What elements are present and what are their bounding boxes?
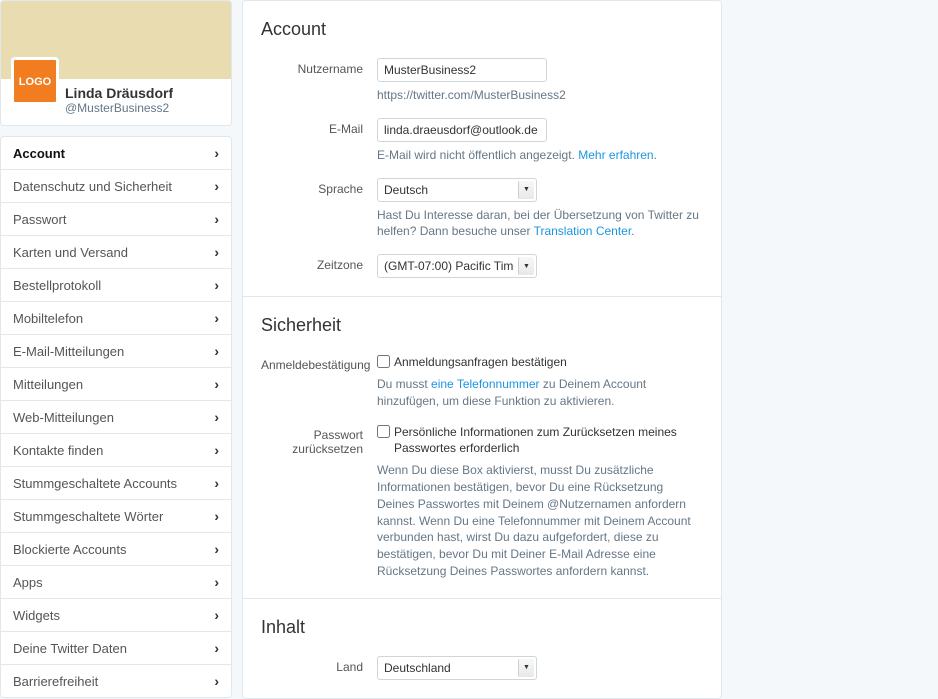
nav-item-blockierte-accounts[interactable]: Blockierte Accounts ›: [1, 532, 231, 565]
email-input[interactable]: [377, 118, 547, 142]
nav-item-label: Web-Mitteilungen: [13, 410, 114, 425]
profile-name[interactable]: Linda Dräusdorf: [65, 85, 173, 101]
nav-item-label: Stummgeschaltete Wörter: [13, 509, 163, 524]
login-verify-checkbox-label: Anmeldungsanfragen bestätigen: [394, 354, 567, 371]
translation-center-link[interactable]: Translation Center: [534, 224, 632, 238]
chevron-right-icon: ›: [214, 508, 219, 524]
security-section-title: Sicherheit: [261, 315, 703, 336]
timezone-label: Zeitzone: [261, 254, 377, 278]
sidebar: LOGO Linda Dräusdorf @MusterBusiness2 Ac…: [0, 0, 232, 699]
chevron-right-icon: ›: [214, 475, 219, 491]
login-verify-checkbox[interactable]: [377, 355, 390, 368]
chevron-right-icon: ›: [214, 409, 219, 425]
nav-item-label: Karten und Versand: [13, 245, 128, 260]
settings-main: Account Nutzername https://twitter.com/M…: [242, 0, 722, 699]
language-select[interactable]: Deutsch: [377, 178, 537, 202]
chevron-right-icon: ›: [214, 343, 219, 359]
nav-item-kontakte-finden[interactable]: Kontakte finden ›: [1, 433, 231, 466]
profile-card: LOGO Linda Dräusdorf @MusterBusiness2: [0, 0, 232, 126]
chevron-right-icon: ›: [214, 673, 219, 689]
email-help-text: E-Mail wird nicht öffentlich angezeigt. …: [377, 147, 703, 164]
nav-item-e-mail-mitteilungen[interactable]: E-Mail-Mitteilungen ›: [1, 334, 231, 367]
nav-item-stummgeschaltete-accounts[interactable]: Stummgeschaltete Accounts ›: [1, 466, 231, 499]
chevron-right-icon: ›: [214, 442, 219, 458]
chevron-right-icon: ›: [214, 607, 219, 623]
nav-item-deine-twitter-daten[interactable]: Deine Twitter Daten ›: [1, 631, 231, 664]
nav-item-label: Deine Twitter Daten: [13, 641, 127, 656]
nav-item-label: Passwort: [13, 212, 66, 227]
username-input[interactable]: [377, 58, 547, 82]
nav-item-passwort[interactable]: Passwort ›: [1, 202, 231, 235]
nav-item-datenschutz-und-sicherheit[interactable]: Datenschutz und Sicherheit ›: [1, 169, 231, 202]
account-section-title: Account: [261, 19, 703, 40]
username-url-text: https://twitter.com/MusterBusiness2: [377, 87, 703, 104]
nav-item-label: Stummgeschaltete Accounts: [13, 476, 177, 491]
nav-item-label: Blockierte Accounts: [13, 542, 126, 557]
nav-item-mobiltelefon[interactable]: Mobiltelefon ›: [1, 301, 231, 334]
nav-item-barrierefreiheit[interactable]: Barrierefreiheit ›: [1, 664, 231, 697]
nav-item-label: Apps: [13, 575, 43, 590]
nav-item-label: E-Mail-Mitteilungen: [13, 344, 124, 359]
login-verify-label: Anmeldebestätigung: [261, 354, 377, 409]
country-label: Land: [261, 656, 377, 680]
nav-item-label: Barrierefreiheit: [13, 674, 98, 689]
nav-item-bestellprotokoll[interactable]: Bestellprotokoll ›: [1, 268, 231, 301]
nav-item-label: Mitteilungen: [13, 377, 83, 392]
settings-nav: Account›Datenschutz und Sicherheit›Passw…: [0, 136, 232, 698]
nav-item-karten-und-versand[interactable]: Karten und Versand ›: [1, 235, 231, 268]
pw-reset-checkbox[interactable]: [377, 425, 390, 438]
pw-reset-help-text: Wenn Du diese Box aktivierst, musst Du z…: [377, 462, 703, 580]
nav-item-web-mitteilungen[interactable]: Web-Mitteilungen ›: [1, 400, 231, 433]
nav-item-label: Mobiltelefon: [13, 311, 83, 326]
chevron-right-icon: ›: [214, 541, 219, 557]
chevron-right-icon: ›: [214, 244, 219, 260]
timezone-select[interactable]: (GMT-07:00) Pacific Time (US: [377, 254, 537, 278]
section-divider: [243, 296, 721, 297]
login-verify-help-text: Du musst eine Telefonnummer zu Deinem Ac…: [377, 376, 703, 410]
chevron-right-icon: ›: [214, 277, 219, 293]
chevron-right-icon: ›: [214, 178, 219, 194]
chevron-right-icon: ›: [214, 574, 219, 590]
email-label: E-Mail: [261, 118, 377, 164]
country-select[interactable]: Deutschland: [377, 656, 537, 680]
nav-item-apps[interactable]: Apps ›: [1, 565, 231, 598]
nav-item-label: Kontakte finden: [13, 443, 103, 458]
chevron-right-icon: ›: [214, 640, 219, 656]
nav-item-label: Datenschutz und Sicherheit: [13, 179, 172, 194]
chevron-right-icon: ›: [214, 211, 219, 227]
nav-item-label: Bestellprotokoll: [13, 278, 101, 293]
chevron-right-icon: ›: [214, 145, 219, 161]
nav-item-account[interactable]: Account ›: [1, 137, 231, 169]
chevron-right-icon: ›: [214, 310, 219, 326]
section-divider: [243, 598, 721, 599]
language-label: Sprache: [261, 178, 377, 241]
add-phone-link[interactable]: eine Telefonnummer: [431, 377, 540, 391]
content-section-title: Inhalt: [261, 617, 703, 638]
pw-reset-label: Passwort zurücksetzen: [261, 424, 377, 580]
avatar[interactable]: LOGO: [11, 57, 59, 105]
chevron-right-icon: ›: [214, 376, 219, 392]
language-help-text: Hast Du Interesse daran, bei der Überset…: [377, 207, 703, 241]
pw-reset-checkbox-label: Persönliche Informationen zum Zurücksetz…: [394, 424, 703, 458]
nav-item-mitteilungen[interactable]: Mitteilungen ›: [1, 367, 231, 400]
nav-item-label: Account: [13, 146, 65, 161]
profile-handle: @MusterBusiness2: [65, 101, 173, 115]
username-label: Nutzername: [261, 58, 377, 104]
email-learn-more-link[interactable]: Mehr erfahren: [578, 148, 653, 162]
nav-item-stummgeschaltete-w-rter[interactable]: Stummgeschaltete Wörter ›: [1, 499, 231, 532]
nav-item-label: Widgets: [13, 608, 60, 623]
